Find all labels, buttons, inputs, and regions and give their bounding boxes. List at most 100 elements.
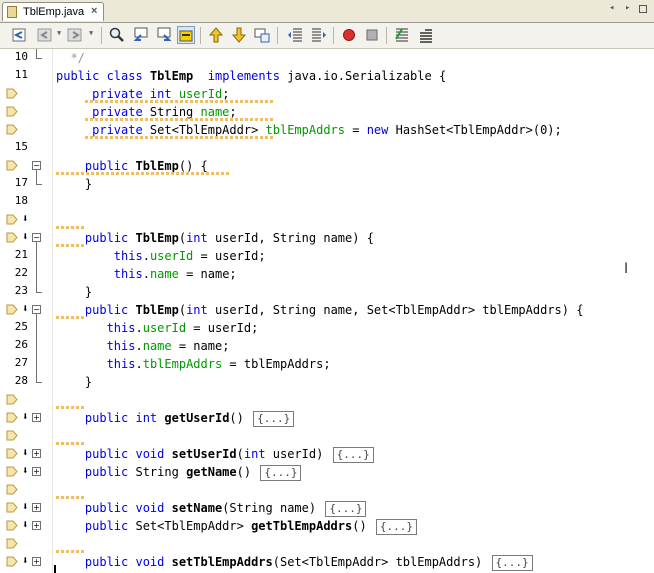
code-line[interactable]: }: [56, 283, 92, 301]
fold-guide: [36, 355, 37, 373]
code-line[interactable]: public void setUserId(int userId) {...}: [56, 445, 374, 463]
code-line[interactable]: this.userId = userId;: [56, 319, 259, 337]
fold-expand-icon[interactable]: +: [32, 413, 41, 422]
next-bookmark-icon[interactable]: [230, 26, 248, 44]
annotation-icon[interactable]: [6, 538, 18, 549]
override-arrow-icon[interactable]: ⬇: [22, 554, 29, 567]
fold-expand-icon[interactable]: +: [32, 449, 41, 458]
override-arrow-icon[interactable]: ⬇: [22, 464, 29, 477]
code-line[interactable]: this.name = name;: [56, 337, 230, 355]
fold-expand-icon[interactable]: +: [32, 467, 41, 476]
annotation-icon[interactable]: [6, 106, 18, 117]
annotation-underline: [84, 136, 273, 139]
annotation-icon[interactable]: [6, 502, 18, 513]
toggle-highlight-icon[interactable]: [177, 26, 195, 44]
override-arrow-icon[interactable]: ⬇: [22, 410, 29, 423]
maximize-icon[interactable]: [639, 5, 647, 13]
code-line[interactable]: public Set<TblEmpAddr> getTblEmpAddrs() …: [56, 517, 418, 535]
code-line[interactable]: public TblEmp(int userId, String name, S…: [56, 301, 584, 319]
fold-expand-icon[interactable]: +: [32, 503, 41, 512]
code-line[interactable]: */: [56, 49, 84, 67]
code-line[interactable]: }: [56, 373, 92, 391]
annotation-icon[interactable]: [6, 160, 18, 171]
code-line[interactable]: public TblEmp(int userId, String name) {: [56, 229, 374, 247]
annotation-icon[interactable]: [6, 484, 18, 495]
shift-right-icon[interactable]: [310, 26, 328, 44]
uncomment-icon[interactable]: [417, 26, 435, 44]
code-token: public: [84, 411, 136, 425]
annotation-icon[interactable]: [6, 124, 18, 135]
fold-expand-icon[interactable]: +: [32, 521, 41, 530]
code-line[interactable]: }: [56, 175, 92, 193]
collapsed-body[interactable]: {...}: [332, 446, 374, 463]
override-arrow-icon[interactable]: ⬇: [22, 212, 29, 225]
fold-guide: [36, 337, 37, 355]
collapsed-body[interactable]: {...}: [325, 500, 367, 517]
code-line[interactable]: this.userId = userId;: [56, 247, 266, 265]
tab-close-icon[interactable]: ×: [91, 5, 97, 17]
shift-left-icon[interactable]: [286, 26, 304, 44]
fold-collapse-icon[interactable]: −: [32, 233, 41, 242]
override-arrow-icon[interactable]: ⬇: [22, 518, 29, 531]
annotation-icon[interactable]: [6, 88, 18, 99]
code-token: userId: [142, 321, 187, 335]
stop-macro-icon[interactable]: [363, 26, 381, 44]
collapsed-body[interactable]: {...}: [491, 554, 533, 571]
code-line[interactable]: public class TblEmp implements java.io.S…: [56, 67, 446, 85]
code-line[interactable]: this.name = name;: [56, 265, 237, 283]
annotation-icon[interactable]: [6, 214, 18, 225]
fold-end-marker: [36, 373, 42, 383]
collapsed-body[interactable]: {...}: [260, 464, 302, 481]
fold-expand-icon[interactable]: +: [32, 557, 41, 566]
forward-icon[interactable]: [66, 26, 84, 44]
annotation-icon[interactable]: [6, 304, 18, 315]
annotation-icon[interactable]: [6, 520, 18, 531]
collapsed-body[interactable]: {...}: [253, 410, 295, 427]
annotation-icon[interactable]: [6, 466, 18, 477]
annotation-icon[interactable]: [6, 556, 18, 567]
annotation-icon[interactable]: [6, 412, 18, 423]
comment-icon[interactable]: [393, 26, 411, 44]
annotation-icon[interactable]: [6, 430, 18, 441]
code-token: private: [92, 87, 150, 101]
start-macro-icon[interactable]: [340, 26, 358, 44]
annotation-icon[interactable]: [6, 448, 18, 459]
fold-collapse-icon[interactable]: −: [32, 161, 41, 170]
code-line[interactable]: public String getName() {...}: [56, 463, 302, 481]
previous-bookmark-icon[interactable]: [207, 26, 225, 44]
code-line[interactable]: this.tblEmpAddrs = tblEmpAddrs;: [56, 355, 331, 373]
gutter-row: [0, 427, 52, 445]
code-token: = userId;: [193, 249, 266, 263]
last-edit-icon[interactable]: [10, 26, 28, 44]
code-token: .: [142, 267, 150, 281]
code-line[interactable]: public void setTblEmpAddrs(Set<TblEmpAdd…: [56, 553, 533, 571]
code-line[interactable]: public int getUserId() {...}: [56, 409, 295, 427]
scroll-tabs-left-icon[interactable]: ◂: [609, 3, 614, 13]
code-token: Set<TblEmpAddr>: [135, 519, 252, 533]
back-dropdown-icon[interactable]: ▼: [57, 29, 61, 37]
override-arrow-icon[interactable]: ⬇: [22, 500, 29, 513]
forward-dropdown-icon[interactable]: ▼: [89, 29, 93, 37]
editor-tab[interactable]: TblEmp.java ×: [2, 2, 104, 21]
find-next-icon[interactable]: [155, 26, 173, 44]
gutter-row: ⬇ −: [0, 301, 52, 319]
find-previous-icon[interactable]: [132, 26, 150, 44]
override-arrow-icon[interactable]: ⬇: [22, 302, 29, 315]
toolbar-separator: [101, 27, 102, 44]
toggle-bookmark-icon[interactable]: [253, 26, 271, 44]
gutter-row: 27: [0, 355, 52, 373]
gutter-row: [0, 85, 52, 103]
code-token: (): [229, 411, 252, 425]
annotation-icon[interactable]: [6, 232, 18, 243]
override-arrow-icon[interactable]: ⬇: [22, 446, 29, 459]
annotation-icon[interactable]: [6, 394, 18, 405]
code-line[interactable]: public void setName(String name) {...}: [56, 499, 367, 517]
collapsed-body[interactable]: {...}: [375, 518, 418, 535]
back-icon[interactable]: [36, 26, 54, 44]
find-icon[interactable]: [108, 26, 126, 44]
code-token: public: [84, 447, 136, 461]
scroll-tabs-right-icon[interactable]: ▸: [625, 3, 630, 13]
override-arrow-icon[interactable]: ⬇: [22, 230, 29, 243]
fold-collapse-icon[interactable]: −: [32, 305, 41, 314]
code-area[interactable]: */ public class TblEmp implements java.io…: [56, 49, 654, 573]
